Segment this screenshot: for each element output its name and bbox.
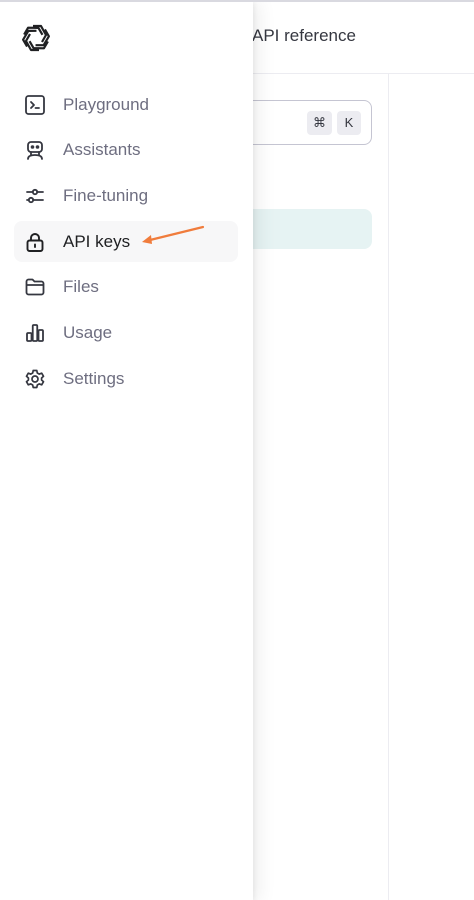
sidebar-item-fine-tuning[interactable]: Fine-tuning <box>14 175 238 216</box>
api-reference-link[interactable]: API reference <box>252 26 356 46</box>
sidebar-item-files[interactable]: Files <box>14 267 238 308</box>
sidebar-item-assistants[interactable]: Assistants <box>14 130 238 171</box>
sidebar-item-label: Fine-tuning <box>63 185 149 205</box>
shortcut-modifier-badge: ⌘ <box>307 111 332 135</box>
annotation-arrow-icon <box>142 225 205 244</box>
sidebar-item-playground[interactable]: Playground <box>14 84 238 125</box>
folder-icon <box>23 275 47 299</box>
gear-icon <box>23 367 47 391</box>
sidebar-drawer: Playground Assistants Fine-tuning API ke… <box>0 2 253 900</box>
sidebar-item-label: Settings <box>63 368 125 388</box>
sidebar-item-settings[interactable]: Settings <box>14 358 238 399</box>
selected-row-highlight <box>236 209 372 249</box>
sidebar-item-usage[interactable]: Usage <box>14 312 238 353</box>
sidebar-item-label: Assistants <box>63 140 141 160</box>
terminal-icon <box>23 93 47 117</box>
robot-icon <box>23 138 47 162</box>
lock-icon <box>23 230 47 254</box>
page: API reference ⌘ K Playground Assistants … <box>0 0 474 900</box>
sidebar-item-label: API keys <box>63 231 131 251</box>
sliders-icon <box>23 184 47 208</box>
openai-logo-icon[interactable] <box>20 22 52 54</box>
sidebar-item-label: Files <box>63 277 99 297</box>
search-input[interactable]: ⌘ K <box>236 100 372 145</box>
sidebar-item-label: Usage <box>63 322 113 342</box>
bar-chart-icon <box>23 321 47 345</box>
shortcut-key-badge: K <box>337 111 361 135</box>
sidebar-item-label: Playground <box>63 94 150 114</box>
content-divider <box>388 74 389 900</box>
